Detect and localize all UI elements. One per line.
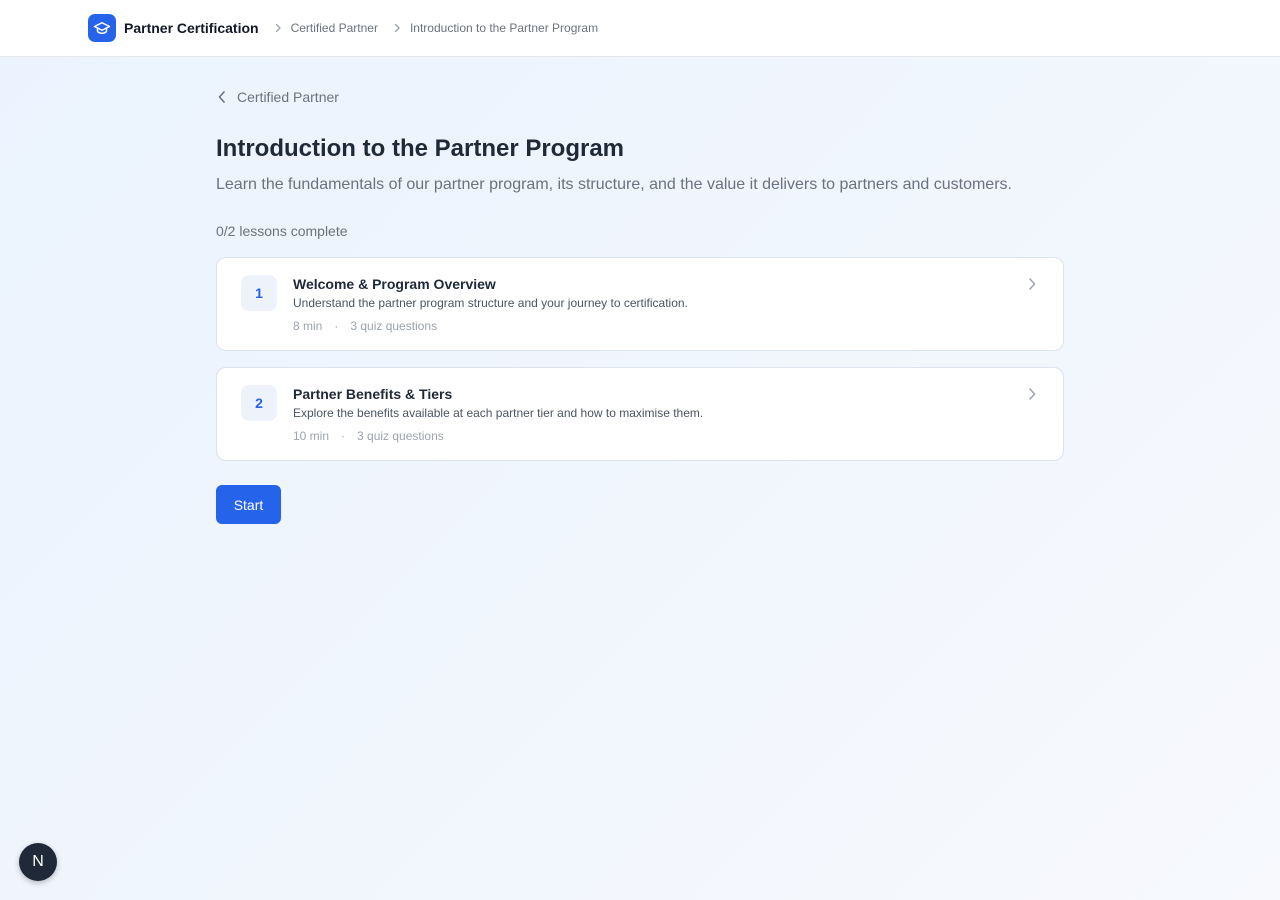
lesson-meta: 10 min · 3 quiz questions [293,429,444,443]
top-bar: Partner Certification Certified Partner … [0,0,1280,57]
lesson-duration: 10 min [293,429,330,443]
page-description: Learn the fundamentals of our partner pr… [216,176,1012,193]
chevron-right-icon [273,23,283,33]
chevron-right-icon [1027,387,1037,406]
dev-tools-badge[interactable]: N [19,843,57,881]
meta-separator: · [334,319,339,333]
lesson-card[interactable]: 1 Welcome & Program Overview Understand … [216,257,1064,351]
lesson-list: 1 Welcome & Program Overview Understand … [216,257,1064,477]
brand-name: Partner Certification [124,20,259,36]
page-title: Introduction to the Partner Program [216,135,625,162]
lesson-title: Partner Benefits & Tiers [293,386,453,402]
lesson-quiz-count: 3 quiz questions [357,429,444,443]
back-link[interactable]: Certified Partner [216,89,339,105]
chevron-left-icon [218,91,225,103]
chevron-right-icon [392,23,402,33]
lesson-number: 2 [241,385,277,421]
lesson-meta: 8 min · 3 quiz questions [293,319,437,333]
lesson-title: Welcome & Program Overview [293,276,496,292]
start-button[interactable]: Start [216,485,281,524]
lesson-description: Understand the partner program structure… [293,296,688,310]
breadcrumb-current: Introduction to the Partner Program [409,21,599,35]
chevron-right-icon [1027,277,1037,296]
lesson-number: 1 [241,275,277,311]
breadcrumb-certified-partner[interactable]: Certified Partner [291,21,378,35]
brand[interactable]: Partner Certification [88,14,259,42]
lesson-duration: 8 min [293,319,323,333]
meta-separator: · [341,429,346,443]
graduation-cap-icon [88,14,116,42]
back-link-label: Certified Partner [237,89,339,105]
lesson-description: Explore the benefits available at each p… [293,406,704,420]
lesson-card[interactable]: 2 Partner Benefits & Tiers Explore the b… [216,367,1064,461]
lesson-progress: 0/2 lessons complete [216,223,348,239]
lesson-quiz-count: 3 quiz questions [350,319,438,333]
